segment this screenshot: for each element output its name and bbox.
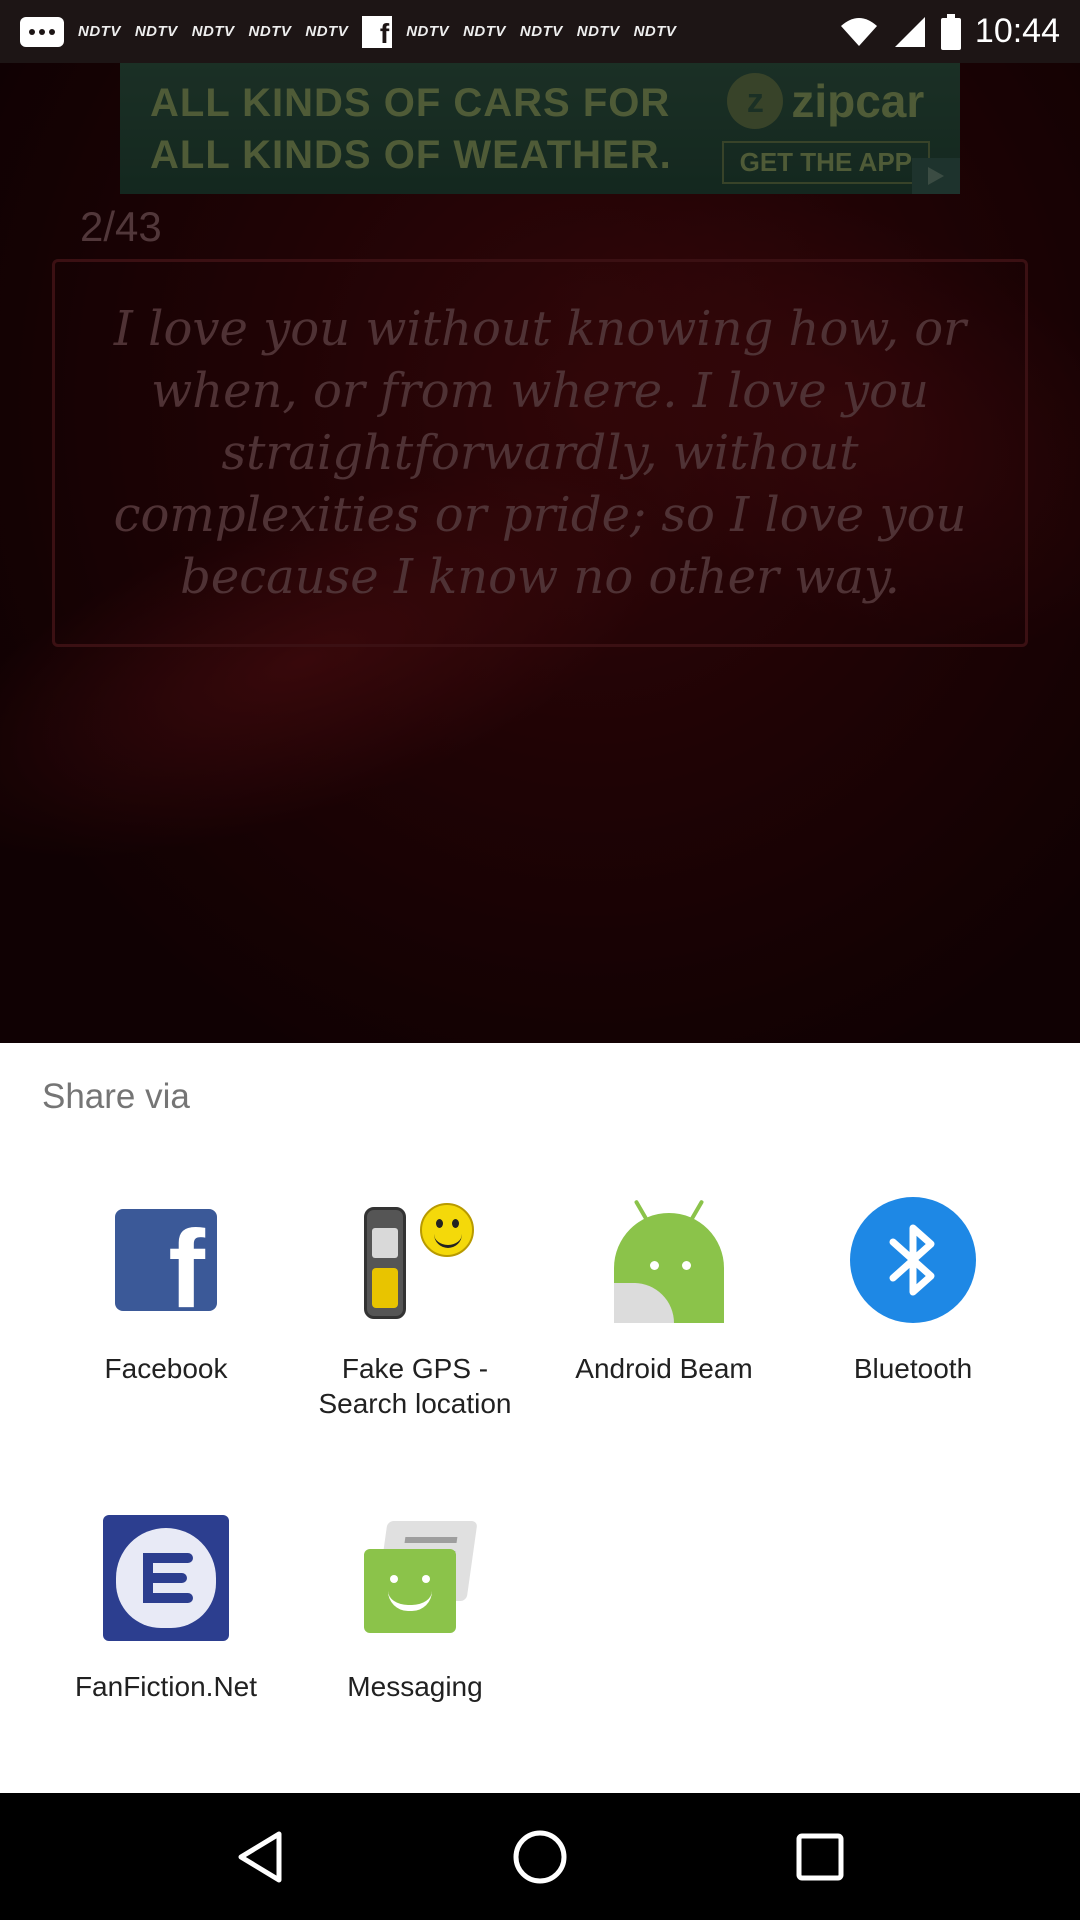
facebook-notification-icon: f [362,15,393,48]
ndtv-notification-icon: NDTV [406,23,450,40]
home-icon [513,1830,567,1883]
share-sheet: Share via f Facebook Fake GPS - Search l… [0,1043,1080,1793]
recents-icon [796,1833,844,1880]
back-icon [238,1831,282,1882]
notification-dots-icon [20,16,64,47]
share-target-label: Bluetooth [853,1353,973,1384]
ndtv-notification-icon: NDTV [78,23,121,40]
ndtv-notification-icon: NDTV [305,23,349,40]
facebook-icon: f [101,1195,231,1325]
recents-button[interactable] [780,1817,860,1897]
ndtv-notification-icon: NDTV [519,23,563,40]
home-button[interactable] [500,1817,580,1897]
status-bar: NDTV NDTV NDTV NDTV NDTV f NDTV NDTV NDT… [0,0,1080,63]
navigation-bar [0,1793,1080,1920]
fanfiction-icon [101,1513,231,1643]
share-target-bluetooth[interactable]: Bluetooth [788,1195,1038,1386]
signal-icon [894,16,925,47]
ndtv-notification-icon: NDTV [134,23,178,40]
share-target-android-beam[interactable]: Android Beam [539,1195,789,1386]
ndtv-notification-icon: NDTV [463,23,506,40]
share-target-label: FanFiction.Net [74,1671,258,1702]
share-target-fanfiction[interactable]: FanFiction.Net [41,1513,291,1704]
share-target-messaging[interactable]: Messaging [290,1513,540,1704]
share-sheet-title: Share via [42,1077,190,1116]
share-target-label: Facebook [104,1353,228,1384]
share-target-label: Android Beam [575,1353,753,1384]
wifi-icon [840,17,877,46]
android-beam-icon [599,1195,729,1325]
notification-area: NDTV NDTV NDTV NDTV NDTV f NDTV NDTV NDT… [20,15,839,48]
share-target-label: Fake GPS - Search location [318,1353,512,1419]
share-target-fake-gps[interactable]: Fake GPS - Search location [290,1195,540,1421]
battery-icon [940,13,961,50]
ndtv-notification-icon: NDTV [248,23,292,40]
clock: 10:44 [974,12,1060,50]
ndtv-notification-icon: NDTV [191,23,235,40]
ndtv-notification-icon: NDTV [633,23,677,40]
share-target-facebook[interactable]: f Facebook [41,1195,291,1386]
ndtv-notification-icon: NDTV [576,23,620,40]
messaging-icon [350,1513,480,1643]
system-icons: 10:44 [839,12,1060,51]
back-button[interactable] [220,1817,300,1897]
fake-gps-icon [350,1195,480,1325]
share-target-label: Messaging [347,1671,483,1702]
dim-overlay[interactable] [0,63,1080,1043]
bluetooth-icon [848,1195,978,1325]
